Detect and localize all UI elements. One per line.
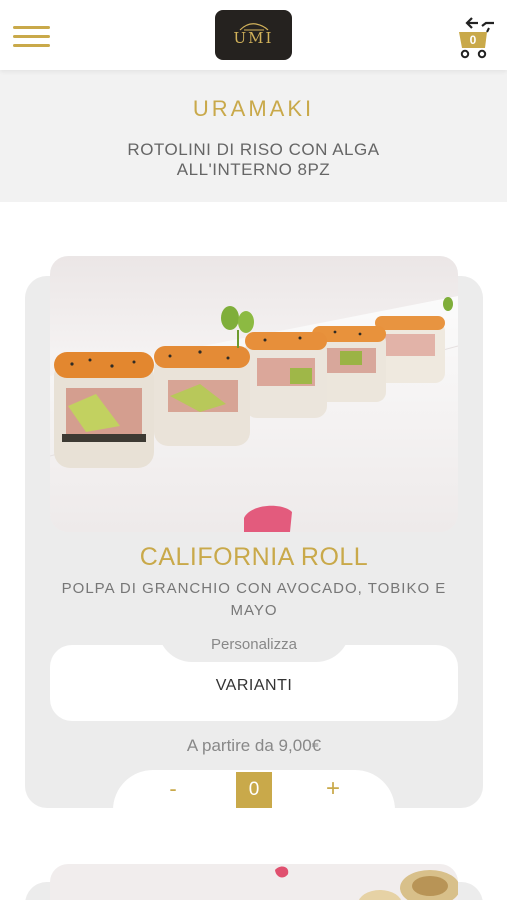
product-name: CALIFORNIA ROLL [139,543,369,571]
personalize-label: Personalizza [158,628,350,662]
sushi-photo [50,256,458,532]
quantity-value: 0 [236,772,272,808]
decrease-quantity-button[interactable]: - [161,776,185,802]
product-image-next[interactable] [50,864,458,900]
product-price: A partire da 9,00€ [186,736,322,755]
logo[interactable]: UMI [215,10,292,60]
quantity-stepper: - 0 + [113,770,395,810]
sushi-photo-next [50,864,458,900]
cart-icon: 0 [459,17,494,59]
hamburger-menu-icon[interactable] [13,24,50,50]
product-image[interactable] [50,256,458,532]
category-subtitle: ROTOLINI DI RISO CON ALGA ALL'INTERNO 8P… [127,140,380,179]
car-silhouette-icon [239,23,269,31]
top-bar: UMI 0 [0,0,507,70]
increase-quantity-button[interactable]: + [321,775,345,803]
category-title: URAMAKI [192,96,315,121]
cart-button[interactable]: 0 [456,14,498,60]
product-description: POLPA DI GRANCHIO CON AVOCADO, TOBIKO E … [61,580,447,619]
category-header: URAMAKI ROTOLINI DI RISO CON ALGA ALL'IN… [0,70,507,202]
variants-label: VARIANTI [215,677,293,694]
cart-count: 0 [470,33,477,47]
